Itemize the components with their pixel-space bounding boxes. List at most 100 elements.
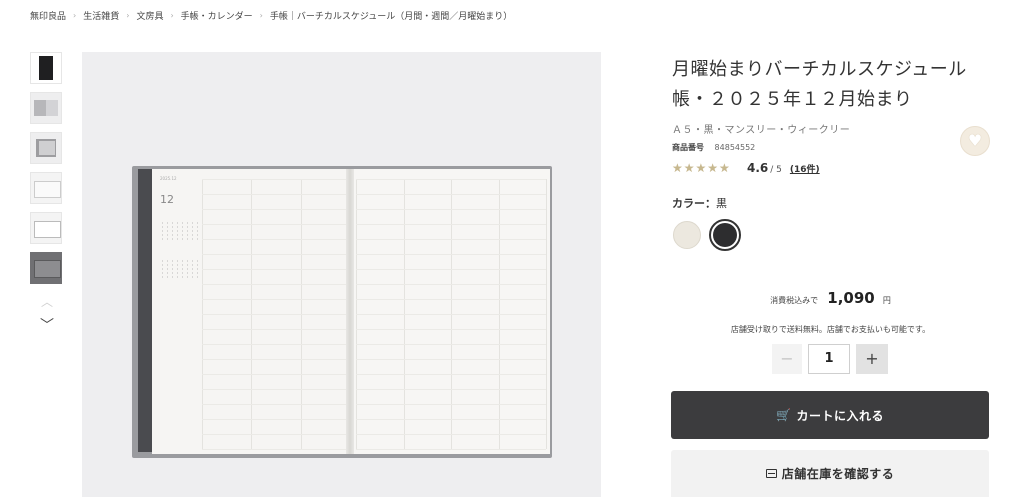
sku-label: 商品番号 [672,143,704,152]
favorite-button[interactable]: ♥ [960,126,990,156]
thumbnail-2[interactable] [30,92,62,124]
add-to-cart-label: カートに入れる [796,408,884,423]
planner-grid-hline [356,329,546,330]
planner-grid-hline [356,449,546,450]
planner-grid-hline [356,179,546,180]
shipping-note: 店舗受け取りで送料無料。店舗でお支払いも可能です。 [730,325,931,334]
price-unit: 円 [882,296,891,305]
main-product-image: 2025.12 12 [82,52,601,497]
planner-illustration: 2025.12 12 [132,166,554,458]
planner-grid-hline [202,434,350,435]
rating-value: 4.6 [747,161,769,175]
thumbnail-5[interactable] [30,212,62,244]
planner-grid-hline [356,359,546,360]
mini-calendar [160,221,200,241]
breadcrumb-separator: › [170,11,174,20]
color-label-text: カラー： [672,197,716,210]
planner-grid-hline [202,359,350,360]
planner-grid-hline [356,374,546,375]
heart-icon: ♥ [967,131,983,150]
breadcrumb-separator: › [259,11,263,20]
planner-month-number: 12 [160,193,174,206]
review-count-link[interactable]: (16件) [790,162,820,175]
planner-header-text: 2025.12 [160,176,177,181]
breadcrumb-item-muji[interactable]: 無印良品 [30,9,66,22]
thumbnail-1[interactable] [30,52,62,84]
planner-grid-vline [546,179,547,449]
sku-value: 84854552 [714,143,756,152]
chevron-up-icon[interactable]: ︿ [30,292,64,312]
planner-grid-hline [202,329,350,330]
planner-grid-hline [202,299,350,300]
color-swatch-white[interactable] [673,221,701,249]
quantity-stepper: − 1 + [772,344,888,374]
planner-grid-hline [356,434,546,435]
rating-stars: ★★★★★ ★★★★★ [672,161,744,175]
product-title: 月曜始まりバーチカルスケジュール帳・２０２５年１２月始まり [672,59,967,110]
planner-grid-hline [356,269,546,270]
planner-grid-hline [202,419,350,420]
planner-grid-hline [356,314,546,315]
planner-grid-hline [202,404,350,405]
planner-grid-hline [202,254,350,255]
check-store-stock-label: 店舗在庫を確認する [781,467,895,481]
planner-grid-hline [356,299,546,300]
planner-grid-hline [356,284,546,285]
breadcrumb-separator: › [126,11,130,20]
planner-left-grid [202,179,351,450]
add-to-cart-button[interactable]: 🛒 カートに入れる [671,391,989,439]
price-value: 1,090 [827,289,875,307]
check-store-stock-button[interactable]: 店舗在庫を確認する [671,450,989,497]
planner-grid-hline [356,404,546,405]
color-label: カラー：黒 [672,195,727,211]
planner-grid-hline [202,314,350,315]
planner-grid-hline [202,239,350,240]
price: 消費税込みで 1,090 円 [672,288,989,307]
planner-grid-hline [202,179,350,180]
store-icon [765,469,777,478]
chevron-down-icon[interactable]: ﹀ [30,316,64,336]
breadcrumb-item-living-goods[interactable]: 生活雑貨 [83,9,119,22]
product-sku: 商品番号 84854552 [672,142,755,153]
quantity-increase-button[interactable]: + [856,344,888,374]
planner-left-page: 2025.12 12 [152,169,351,454]
planner-grid-hline [356,224,546,225]
planner-grid-hline [202,449,350,450]
star-filled-icon: ★★★★★ [672,161,731,175]
planner-grid-hline [356,419,546,420]
breadcrumb-item-stationery[interactable]: 文房具 [136,9,163,22]
planner-right-page [350,169,550,454]
breadcrumb-item-planners[interactable]: 手帳・カレンダー [181,9,253,22]
breadcrumb-separator: › [73,11,77,20]
mini-calendar [160,259,200,279]
planner-grid-hline [202,269,350,270]
product-subtitle: Ａ５・黒・マンスリー・ウィークリー [672,125,851,136]
planner-grid-hline [356,344,546,345]
price-prefix: 消費税込みで [770,296,819,305]
thumbnail-4[interactable] [30,172,62,204]
planner-grid-hline [356,239,546,240]
cart-icon: 🛒 [776,408,792,422]
rating-max: / 5 [770,165,782,175]
color-swatch-black-selected[interactable] [709,219,741,251]
planner-spine [138,169,152,452]
planner-grid-hline [202,284,350,285]
thumbnail-3[interactable] [30,132,62,164]
planner-right-grid [356,179,547,450]
planner-grid-hline [202,224,350,225]
rating: ★★★★★ ★★★★★ 4.6 / 5 (16件) [672,161,820,175]
quantity-decrease-button[interactable]: − [772,344,802,374]
planner-grid-hline [356,254,546,255]
planner-grid-hline [356,209,546,210]
planner-grid-hline [202,389,350,390]
planner-grid-hline [356,194,546,195]
planner-grid-hline [202,374,350,375]
breadcrumb: 無印良品 › 生活雑貨 › 文房具 › 手帳・カレンダー › 手帳｜バーチカルス… [30,9,512,22]
planner-grid-hline [202,344,350,345]
breadcrumb-item-current[interactable]: 手帳｜バーチカルスケジュール（月間・週間／月曜始まり） [270,9,512,22]
planner-grid-hline [202,194,350,195]
quantity-input[interactable]: 1 [808,344,850,374]
thumbnail-6-selected[interactable] [30,252,62,284]
planner-grid-hline [202,209,350,210]
thumbnail-gallery: ︿ ﹀ [30,52,64,336]
